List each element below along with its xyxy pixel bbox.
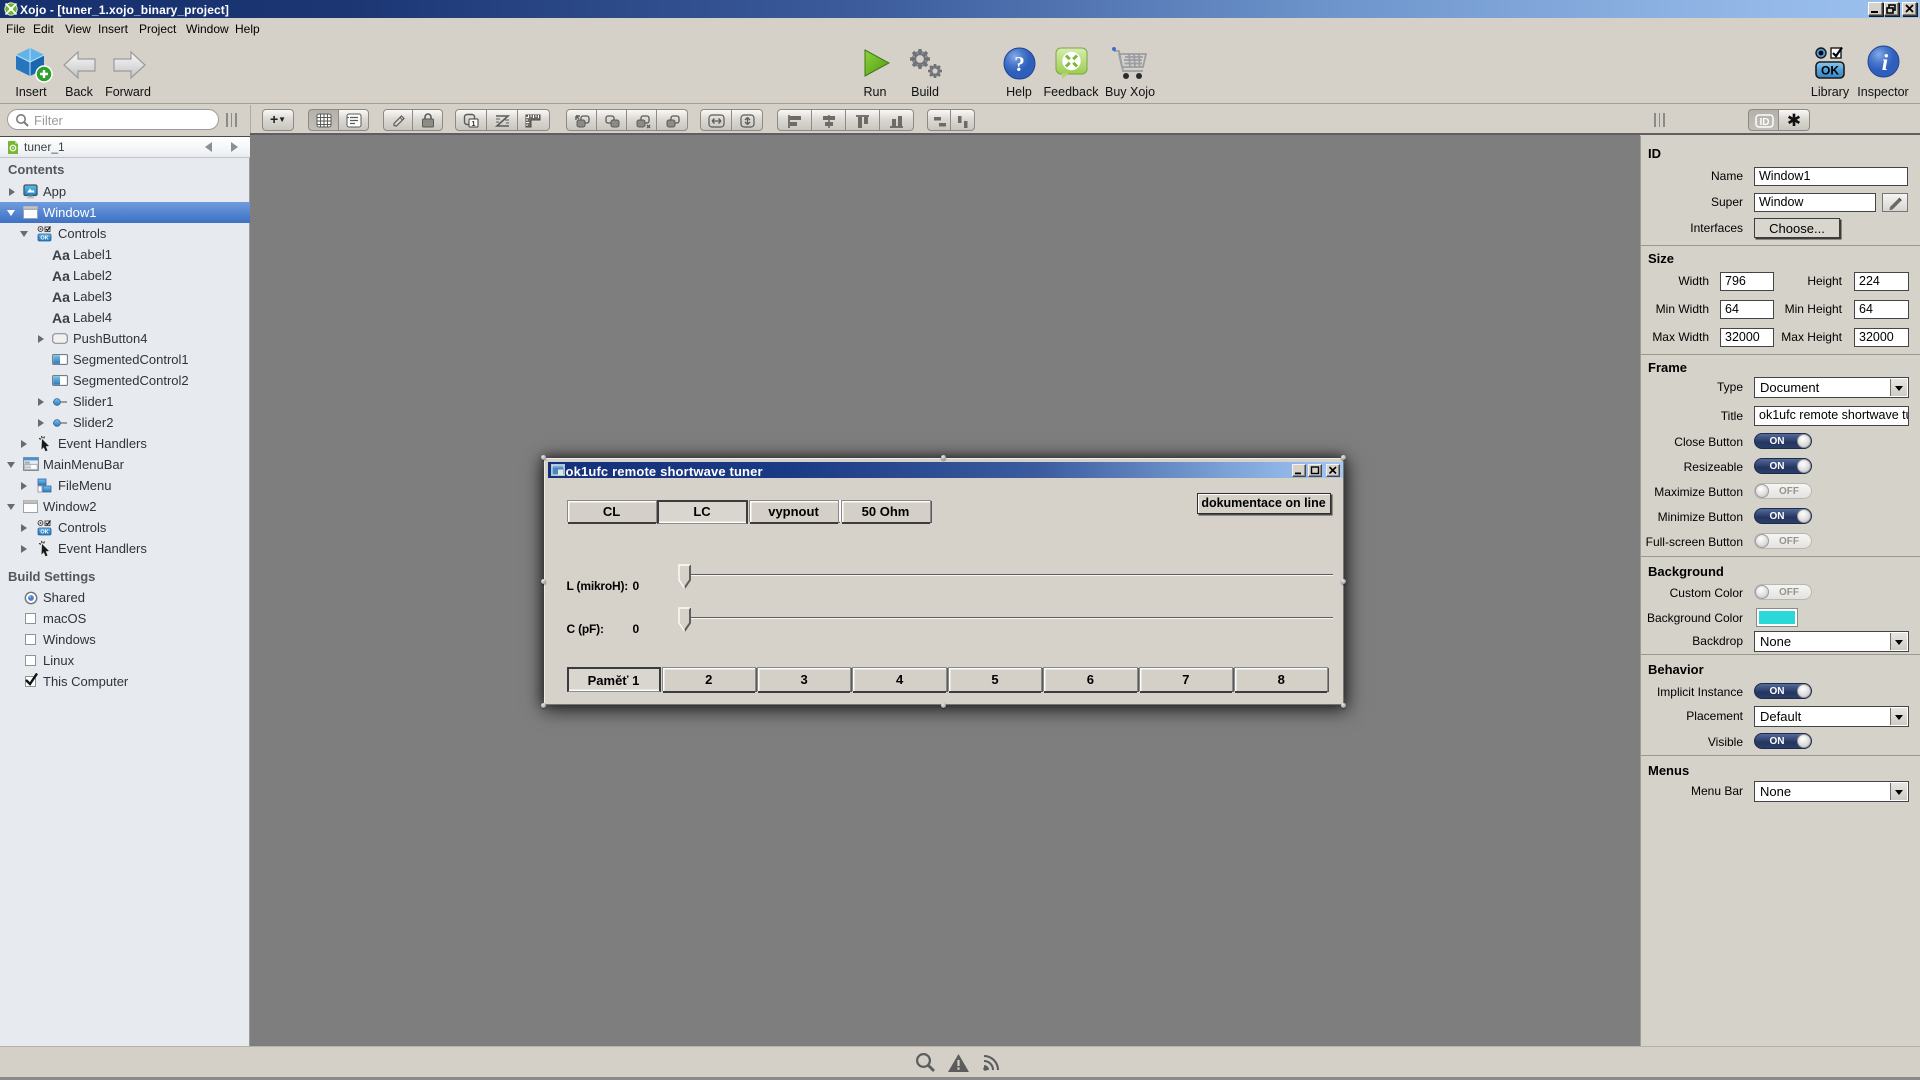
svg-text:ID: ID: [1760, 117, 1770, 128]
svg-text:?: ?: [1014, 52, 1025, 76]
svg-text:OK: OK: [40, 530, 48, 536]
svg-text:OK: OK: [1821, 64, 1839, 78]
svg-text:OK: OK: [40, 236, 48, 242]
svg-text:1: 1: [471, 119, 475, 128]
svg-text:i: i: [1882, 50, 1889, 75]
